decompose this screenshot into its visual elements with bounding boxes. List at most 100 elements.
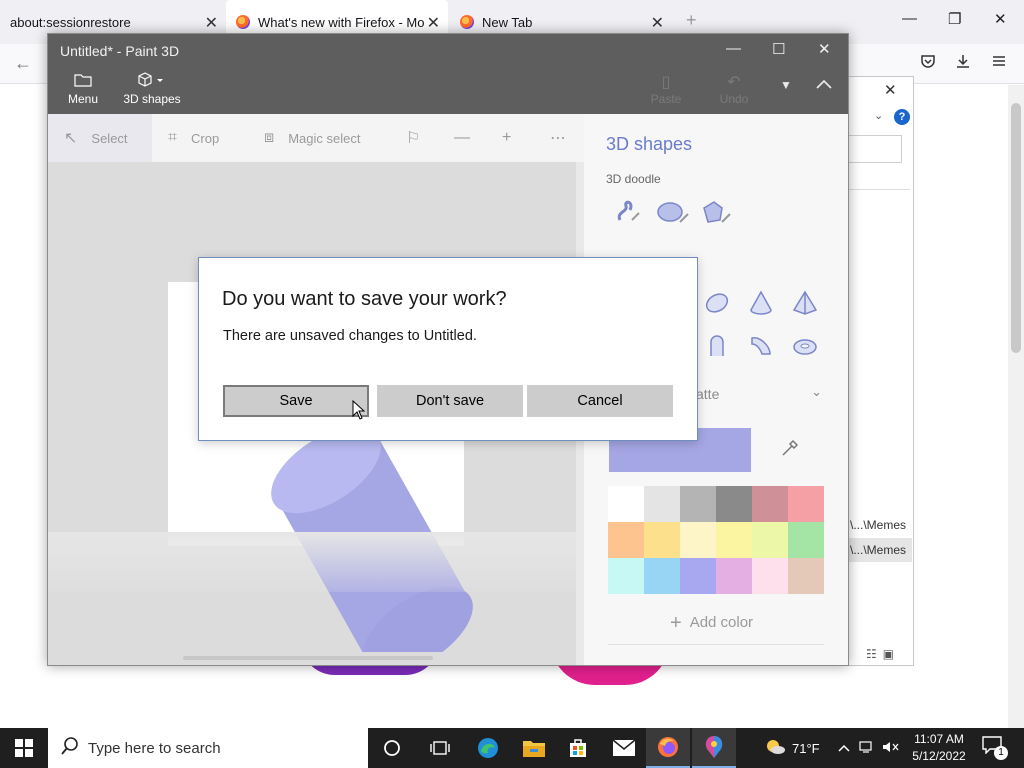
color-swatch[interactable] (788, 522, 824, 558)
tab-close-icon[interactable]: ✕ (205, 13, 218, 33)
volume-muted-icon[interactable] (882, 740, 900, 757)
crop-icon: ⌗ (168, 129, 178, 146)
paste-label: Paste (650, 92, 682, 106)
tab-label: What's new with Firefox - More (258, 14, 424, 30)
color-swatch[interactable] (680, 486, 716, 522)
dialog-title: Do you want to save your work? (222, 288, 507, 310)
color-swatch[interactable] (644, 558, 680, 594)
mail-icon[interactable] (602, 728, 646, 768)
color-swatch[interactable] (680, 558, 716, 594)
arch-shape-icon[interactable] (704, 332, 730, 364)
color-swatch[interactable] (608, 522, 644, 558)
cancel-button[interactable]: Cancel (527, 385, 673, 417)
color-swatch[interactable] (788, 558, 824, 594)
windows-logo-icon (15, 739, 33, 757)
panel-subtitle: 3D doodle (606, 172, 661, 186)
magic-select-tool[interactable]: ⧈ Magic select (264, 114, 360, 162)
save-dialog: Do you want to save your work? There are… (198, 257, 698, 441)
color-swatch[interactable] (608, 558, 644, 594)
canvas-scrollbar[interactable] (183, 656, 433, 660)
crop-tool[interactable]: ⌗ Crop (168, 114, 219, 162)
history-dropdown-icon[interactable]: ▼ (780, 78, 792, 92)
color-swatch[interactable] (644, 486, 680, 522)
notification-center-icon[interactable]: 1 (982, 736, 1008, 760)
capsule-shape-icon[interactable] (704, 290, 730, 322)
color-swatch[interactable] (752, 486, 788, 522)
zoom-in-icon[interactable]: + (502, 114, 525, 162)
minimize-icon[interactable]: — (902, 10, 917, 27)
select-tool[interactable]: ↖ Select (48, 114, 152, 162)
plus-icon[interactable]: + (686, 10, 697, 31)
clock-date: 5/12/2022 (912, 749, 966, 763)
flag-icon[interactable]: ⚐ (406, 114, 434, 162)
tab-close-icon[interactable]: ✕ (427, 13, 440, 33)
close-icon[interactable]: ✕ (818, 40, 831, 58)
file-explorer-icon[interactable] (512, 728, 556, 768)
chevron-up-icon[interactable] (838, 741, 850, 755)
eyedropper-icon[interactable] (780, 438, 800, 463)
network-icon[interactable] (859, 740, 875, 757)
view-toggle-icon[interactable]: ☷▣ (866, 647, 900, 661)
clock-time: 11:07 AM (914, 732, 964, 746)
color-swatch[interactable] (716, 486, 752, 522)
cone-shape-icon[interactable] (748, 290, 774, 322)
page-scrollbar[interactable] (1008, 85, 1024, 728)
color-swatch[interactable] (680, 522, 716, 558)
sharp-doodle-icon[interactable] (614, 198, 642, 232)
notification-count-badge: 1 (994, 746, 1008, 760)
tube-doodle-icon[interactable] (700, 198, 732, 232)
minimize-icon[interactable]: — (726, 40, 741, 57)
maximize-icon[interactable]: ☐ (772, 40, 785, 58)
panel-title: 3D shapes (606, 134, 693, 154)
explorer-search-field[interactable] (848, 135, 902, 163)
collapse-toolbar-icon[interactable] (816, 76, 832, 94)
soft-doodle-icon[interactable] (656, 198, 690, 232)
pyramid-shape-icon[interactable] (792, 290, 818, 322)
scrollbar-thumb[interactable] (1011, 103, 1021, 353)
list-item[interactable]: \...\Memes (846, 513, 912, 537)
color-swatch[interactable] (752, 522, 788, 558)
torus-shape-icon[interactable] (792, 332, 818, 364)
color-swatch[interactable] (644, 522, 680, 558)
more-options-icon[interactable]: ⋯ (550, 114, 580, 162)
firefox-icon[interactable] (646, 728, 690, 768)
tab-close-icon[interactable]: ✕ (651, 13, 664, 33)
pocket-icon[interactable] (920, 53, 936, 74)
paste-button[interactable]: ▯ Paste (648, 72, 684, 106)
edge-icon[interactable] (466, 728, 510, 768)
taskbar-search[interactable]: Type here to search (48, 728, 368, 768)
color-swatch[interactable] (608, 486, 644, 522)
3d-shapes-button[interactable]: 3D shapes (122, 72, 182, 106)
color-swatch[interactable] (752, 558, 788, 594)
store-icon[interactable] (556, 728, 600, 768)
download-icon[interactable] (955, 53, 971, 74)
color-swatch[interactable] (716, 522, 752, 558)
save-button[interactable]: Save (223, 385, 369, 417)
dont-save-button[interactable]: Don't save (377, 385, 523, 417)
undo-button[interactable]: ↶ Undo (716, 72, 752, 106)
help-icon[interactable]: ? (894, 109, 910, 125)
close-icon[interactable]: ✕ (994, 10, 1007, 28)
clock[interactable]: 11:07 AM 5/12/2022 (906, 731, 972, 765)
add-color-button[interactable]: + Add color (670, 612, 753, 635)
restore-icon[interactable]: ❐ (948, 10, 961, 28)
menu-button[interactable]: Menu (66, 72, 100, 106)
explorer-close-icon[interactable]: ✕ (884, 81, 897, 99)
color-swatch[interactable] (788, 486, 824, 522)
weather-widget[interactable]: 71°F (764, 728, 820, 768)
start-button[interactable] (0, 728, 48, 768)
magic-select-label: Magic select (288, 130, 361, 146)
search-placeholder: Type here to search (88, 740, 221, 757)
curved-shape-icon[interactable] (748, 332, 774, 364)
list-item[interactable]: \...\Memes (846, 538, 912, 562)
zoom-out-icon[interactable]: — (454, 114, 484, 162)
hamburger-icon[interactable] (991, 53, 1007, 74)
cortana-icon[interactable] (370, 728, 414, 768)
undo-icon: ↶ (727, 74, 741, 91)
chevron-down-icon[interactable]: ⌄ (874, 109, 883, 122)
color-swatch[interactable] (716, 558, 752, 594)
task-view-icon[interactable] (418, 728, 462, 768)
paint-3d-icon[interactable] (692, 728, 736, 768)
chevron-down-icon: ⌄ (811, 384, 822, 399)
back-arrow-icon[interactable]: ← (14, 53, 32, 74)
